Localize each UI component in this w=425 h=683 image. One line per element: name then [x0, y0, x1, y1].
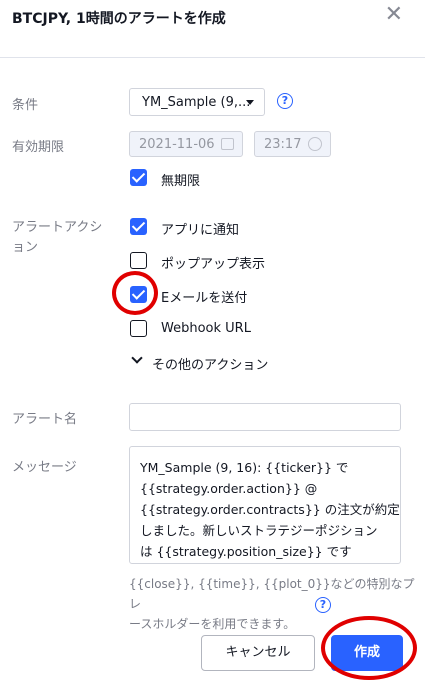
message-textarea[interactable]: YM_Sample (9, 16): {{ticker}} で {{strate…	[129, 446, 401, 564]
notify-app-checkbox[interactable]	[130, 218, 147, 235]
condition-select[interactable]: YM_Sample (9,...	[129, 88, 265, 116]
message-line: しました。新しいストラテジーポジション	[140, 523, 378, 538]
chevron-down-icon[interactable]	[131, 352, 143, 364]
message-line: {{strategy.order.contracts}} の注文が約定	[140, 502, 400, 517]
alert-name-input[interactable]	[129, 403, 401, 431]
expiration-label: 有効期限	[12, 140, 65, 155]
message-line: {{strategy.order.action}} @	[140, 481, 318, 496]
alert-name-label: アラート名	[12, 412, 78, 427]
email-label: Eメールを送付	[161, 291, 248, 306]
message-line: は {{strategy.position_size}} です	[140, 544, 352, 559]
notify-app-label: アプリに通知	[161, 223, 240, 238]
email-checkbox[interactable]	[130, 286, 147, 303]
caret-down-icon	[246, 100, 254, 105]
expiration-time-value: 23:17	[264, 137, 302, 152]
unlimited-label: 無期限	[161, 174, 201, 189]
webhook-label: Webhook URL	[161, 321, 251, 336]
close-icon[interactable]: ✕	[385, 3, 403, 27]
create-button[interactable]: 作成	[331, 635, 403, 671]
cancel-button[interactable]: キャンセル	[201, 635, 315, 671]
expiration-date-value: 2021-11-06	[139, 137, 215, 152]
condition-help-icon[interactable]: ?	[277, 93, 293, 109]
hint-help-icon[interactable]: ?	[315, 597, 331, 613]
hint-line2: ースホルダーを利用できます。	[129, 614, 419, 634]
calendar-icon	[221, 138, 234, 150]
expiration-date-field: 2021-11-06	[129, 131, 243, 157]
hint-line1: {{close}}, {{time}}, {{plot_0}}などの特別なプレ	[129, 577, 415, 611]
dialog-header: BTCJPY, 1時間のアラートを作成 ✕	[0, 0, 425, 58]
placeholder-hint: {{close}}, {{time}}, {{plot_0}}などの特別なプレ …	[129, 574, 419, 634]
message-label: メッセージ	[12, 460, 77, 475]
alert-actions-label: アラートアクシ ョン	[12, 218, 102, 258]
condition-label: 条件	[12, 98, 39, 113]
unlimited-checkbox[interactable]	[130, 169, 147, 186]
alert-actions-label-line1: アラートアクシ	[12, 220, 103, 235]
hint-line2-text: ースホルダーを利用できます。	[129, 617, 296, 631]
clock-icon	[308, 137, 322, 151]
more-actions-link[interactable]: その他のアクション	[152, 354, 268, 373]
dialog-title: BTCJPY, 1時間のアラートを作成	[12, 11, 226, 27]
popup-label: ポップアップ表示	[161, 257, 266, 272]
alert-actions-label-line2: ョン	[12, 240, 39, 255]
popup-checkbox[interactable]	[130, 252, 147, 269]
condition-select-value: YM_Sample (9,...	[142, 95, 251, 110]
expiration-time-field: 23:17	[254, 131, 331, 157]
message-line: YM_Sample (9, 16): {{ticker}} で	[140, 460, 349, 475]
webhook-checkbox[interactable]	[130, 320, 147, 337]
